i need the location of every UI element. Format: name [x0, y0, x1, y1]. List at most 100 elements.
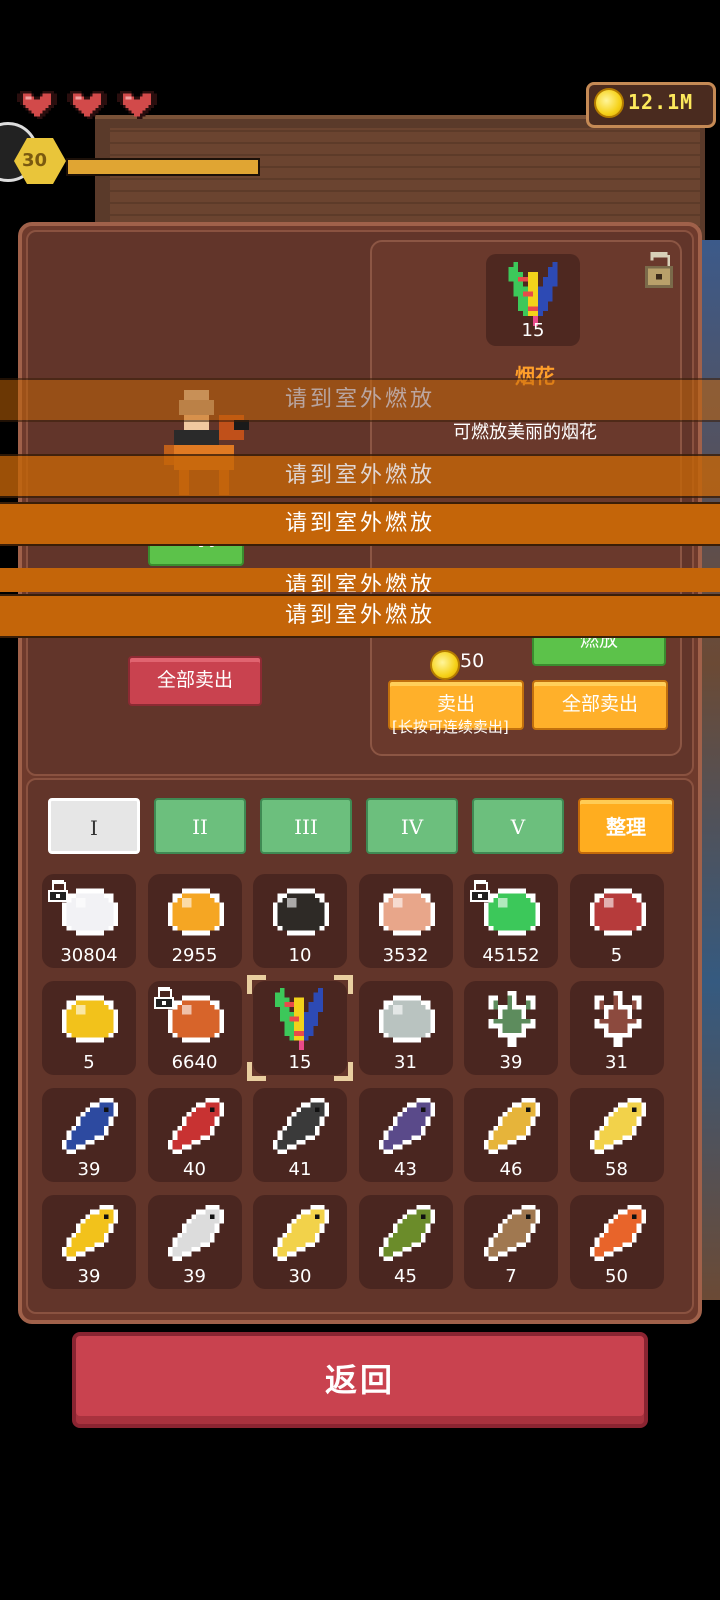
selection-corner: [334, 1062, 353, 1081]
item-count: 40: [183, 1159, 206, 1180]
item-count: 45: [394, 1266, 417, 1287]
golden-fish-icon: [62, 1205, 118, 1261]
inventory-slot[interactable]: 40: [147, 1088, 242, 1182]
item-count: 39: [77, 1159, 101, 1180]
blue-fish-icon: [62, 1098, 118, 1154]
inventory-slot[interactable]: 31: [358, 981, 453, 1075]
health-hearts: [16, 88, 158, 122]
tab-5[interactable]: V: [472, 798, 564, 854]
purple-fish-icon: [378, 1098, 435, 1154]
item-count: 15: [288, 1052, 312, 1073]
inventory-slot[interactable]: 3532: [358, 874, 453, 968]
clownfish-icon: [589, 1205, 646, 1261]
egg-icon: [378, 888, 435, 936]
selection-corner: [334, 975, 353, 994]
selection-corner: [247, 1062, 266, 1081]
coin-amount: 12.1M: [628, 90, 694, 114]
inventory-slot[interactable]: 39: [147, 1195, 242, 1289]
item-count: 43: [394, 1159, 417, 1180]
white-fish-icon: [167, 1205, 224, 1261]
yellow-fish-icon: [484, 1098, 540, 1154]
inventory-slot[interactable]: 46: [464, 1088, 558, 1182]
tab-2[interactable]: II: [154, 798, 246, 854]
inventory-slot[interactable]: 5: [569, 874, 664, 968]
firework-icon: [275, 987, 323, 1051]
heart-icon: [117, 90, 157, 120]
coin-icon: [430, 650, 460, 680]
toast-message: 请到室外燃放: [0, 454, 720, 498]
grey-shell-icon: [378, 995, 435, 1043]
toast-message: 请到室外燃放: [0, 568, 720, 592]
green-fish-icon: [378, 1205, 435, 1261]
tab-3[interactable]: III: [260, 798, 352, 854]
toast-message: 请到室外燃放: [0, 378, 720, 422]
item-count: 15: [521, 320, 545, 341]
item-count: 5: [83, 1052, 95, 1073]
sell-all-button[interactable]: 全部卖出: [532, 680, 668, 730]
level-text: 30: [22, 150, 48, 171]
striped-fish-icon: [273, 1098, 329, 1154]
inventory-slot[interactable]: 39: [42, 1088, 136, 1182]
yellow-white-fish-icon: [273, 1205, 329, 1261]
item-count: 31: [605, 1052, 628, 1073]
item-count: 5: [610, 945, 623, 966]
heart-icon: [67, 90, 107, 120]
heart-icon: [17, 90, 57, 120]
green-slime-icon: [484, 888, 540, 936]
item-count: 31: [394, 1052, 417, 1073]
inventory-slot[interactable]: 30: [253, 1195, 347, 1289]
green-seaweed-icon: [488, 991, 536, 1047]
toast-clip: 请到室外燃放: [0, 568, 720, 592]
item-count: 39: [183, 1266, 206, 1287]
inventory-slot[interactable]: 2955: [147, 874, 242, 968]
item-count: 45152: [482, 945, 540, 966]
inventory-slot[interactable]: 10: [253, 874, 347, 968]
toast-message: 请到室外燃放: [0, 594, 720, 638]
lock-icon: [153, 987, 174, 1009]
inventory-slot[interactable]: 43: [358, 1088, 453, 1182]
item-count: 30: [288, 1266, 312, 1287]
item-count: 2955: [171, 945, 218, 966]
tab-4[interactable]: IV: [366, 798, 458, 854]
inventory-slot[interactable]: 7: [464, 1195, 558, 1289]
item-count: 46: [499, 1159, 523, 1180]
inventory-slot[interactable]: 30804: [42, 874, 136, 968]
inventory-slot[interactable]: 15: [247, 975, 353, 1081]
inventory-slot[interactable]: 45: [358, 1195, 453, 1289]
brown-fish-icon: [484, 1205, 540, 1261]
orange-slices-icon: [167, 888, 224, 936]
item-count: 3532: [382, 945, 429, 966]
inventory-slot[interactable]: 5: [42, 981, 136, 1075]
item-count: 6640: [171, 1052, 218, 1073]
xp-bar-fill: [68, 160, 258, 174]
sell-all-mount-button[interactable]: 全部卖出: [128, 656, 262, 706]
jar-icon: [589, 888, 646, 936]
item-count: 41: [288, 1159, 312, 1180]
back-button[interactable]: 返回: [72, 1332, 648, 1428]
inventory-slot[interactable]: 6640: [147, 981, 242, 1075]
item-count: 39: [77, 1266, 101, 1287]
inventory-slot[interactable]: 50: [569, 1195, 664, 1289]
inventory-slot[interactable]: 39: [464, 981, 558, 1075]
red-seaweed-icon: [594, 991, 641, 1047]
unlock-icon[interactable]: [642, 252, 676, 288]
sort-button[interactable]: 整理: [578, 798, 674, 854]
inventory-slot[interactable]: 45152: [464, 874, 558, 968]
item-price: 50: [460, 650, 485, 672]
selection-corner: [247, 975, 266, 994]
firework-icon: [508, 262, 558, 326]
lock-icon: [470, 880, 490, 902]
inventory-slot[interactable]: 58: [569, 1088, 664, 1182]
red-fish-icon: [167, 1098, 224, 1154]
dark-shell-icon: [273, 888, 329, 936]
inventory-slot[interactable]: 39: [42, 1195, 136, 1289]
xp-bar: [66, 158, 260, 176]
tab-1[interactable]: I: [48, 798, 140, 854]
sell-hint: [长按可连续卖出]: [392, 718, 509, 736]
toast-message: 请到室外燃放: [0, 502, 720, 546]
item-count: 58: [605, 1159, 628, 1180]
inventory-slot[interactable]: 41: [253, 1088, 347, 1182]
item-count: 10: [288, 945, 312, 966]
coin-icon: [594, 88, 624, 118]
inventory-slot[interactable]: 31: [569, 981, 664, 1075]
